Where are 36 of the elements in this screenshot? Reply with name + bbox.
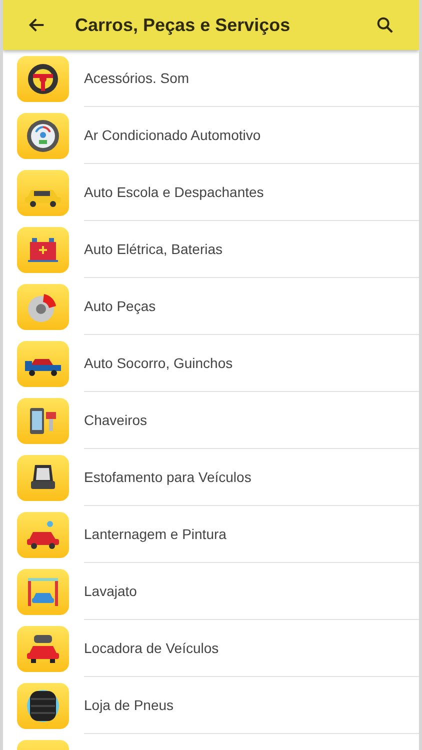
- category-label: Auto Elétrica, Baterias: [84, 241, 223, 257]
- category-item[interactable]: Estofamento para Veículos: [3, 449, 419, 506]
- category-item[interactable]: Auto Escola e Despachantes: [3, 164, 419, 221]
- category-label: Auto Socorro, Guinchos: [84, 355, 233, 371]
- category-label: Chaveiros: [84, 412, 148, 428]
- category-item[interactable]: Locadora de Veículos: [3, 620, 419, 677]
- category-item[interactable]: Auto Socorro, Guinchos: [3, 335, 419, 392]
- category-label: Lavajato: [84, 583, 137, 599]
- battery-icon: [17, 226, 69, 272]
- category-item[interactable]: Lavajato: [3, 563, 419, 620]
- car-icon: [17, 512, 69, 558]
- car-icon: [17, 626, 69, 672]
- category-label: Locadora de Veículos: [84, 640, 219, 656]
- steering-wheel-icon: [17, 56, 69, 102]
- tire-icon: [17, 682, 69, 728]
- taxi-icon: [17, 170, 69, 216]
- phone-key-icon: [17, 398, 69, 444]
- category-label: Acessórios. Som: [84, 70, 190, 86]
- gauge-icon: [17, 112, 69, 158]
- seat-icon: [17, 454, 69, 500]
- category-item[interactable]: Chaveiros: [3, 392, 419, 449]
- category-item[interactable]: Lanternagem e Pintura: [3, 506, 419, 563]
- category-label: Auto Peças: [84, 298, 156, 314]
- category-item[interactable]: Ar Condicionado Automotivo: [3, 107, 419, 164]
- category-item[interactable]: Auto Peças: [3, 278, 419, 335]
- category-label: Lanternagem e Pintura: [84, 526, 226, 542]
- app-bar-title: Carros, Peças e Serviços: [75, 14, 292, 36]
- category-label: Auto Escola e Despachantes: [84, 184, 264, 200]
- category-label: Loja de Pneus: [84, 697, 174, 713]
- category-item[interactable]: Auto Elétrica, Baterias: [3, 221, 419, 278]
- category-item[interactable]: Acessórios. Som: [3, 50, 419, 107]
- category-label: Estofamento para Veículos: [84, 469, 252, 485]
- category-label: Ar Condicionado Automotivo: [84, 127, 261, 143]
- truck-icon: [17, 340, 69, 386]
- car-wash-icon: [17, 568, 69, 614]
- category-item[interactable]: Loja de Pneus: [3, 677, 419, 734]
